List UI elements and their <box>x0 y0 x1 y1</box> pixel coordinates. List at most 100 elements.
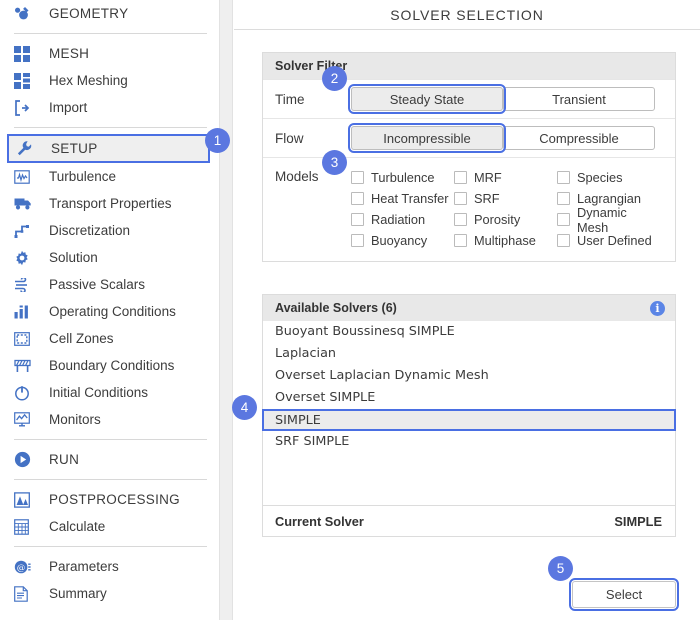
select-button[interactable]: Select <box>569 578 679 611</box>
sidebar-item-label: Monitors <box>49 411 101 427</box>
sidebar-item-operating-conditions[interactable]: Operating Conditions <box>0 298 219 325</box>
model-label: Multiphase <box>474 233 536 248</box>
sidebar-gutter <box>219 0 233 620</box>
boundary-conditions-icon <box>14 356 40 376</box>
cell-zones-icon <box>14 329 40 349</box>
sidebar-item-passive-scalars[interactable]: Passive Scalars <box>0 271 219 298</box>
import-icon <box>14 98 40 118</box>
model-checkbox-turbulence[interactable]: Turbulence <box>351 167 454 188</box>
time-option-steady-state[interactable]: Steady State <box>348 84 506 114</box>
sidebar-item-boundary-conditions[interactable]: Boundary Conditions <box>0 352 219 379</box>
flow-option-compressible[interactable]: Compressible <box>503 126 655 150</box>
checkbox-box[interactable] <box>454 213 467 226</box>
solver-list-item[interactable]: Buoyant Boussinesq SIMPLE <box>263 321 675 343</box>
available-solvers-title: Available Solvers (6) <box>275 301 397 315</box>
sidebar-item-label: RUN <box>49 451 80 467</box>
model-checkbox-radiation[interactable]: Radiation <box>351 209 454 230</box>
gear-icon <box>14 248 40 268</box>
sidebar-item-label: Operating Conditions <box>49 303 176 319</box>
info-icon[interactable]: i <box>650 300 665 316</box>
model-label: Turbulence <box>371 170 435 185</box>
sidebar-divider <box>14 439 207 440</box>
sidebar: GEOMETRY MESH Hex Meshing Import SETUP Turbul… <box>0 0 219 620</box>
sidebar-divider <box>14 33 207 34</box>
sidebar-item-run[interactable]: RUN <box>0 446 219 473</box>
flow-option-incompressible[interactable]: Incompressible <box>348 123 506 153</box>
time-label: Time <box>275 91 305 107</box>
solver-list-item[interactable]: SRF SIMPLE <box>263 431 675 453</box>
checkbox-box[interactable] <box>454 192 467 205</box>
flow-filter-row: Flow Incompressible Compressible <box>263 118 675 157</box>
sidebar-item-import[interactable]: Import <box>0 94 219 121</box>
sidebar-item-label: Parameters <box>49 558 119 574</box>
checkbox-box[interactable] <box>454 234 467 247</box>
time-option-transient[interactable]: Transient <box>503 87 655 111</box>
sidebar-item-summary[interactable]: Summary <box>0 580 219 607</box>
main-panel: SOLVER SELECTION Solver Filter Time Stea… <box>234 0 700 620</box>
solver-list-item[interactable]: Overset SIMPLE <box>263 387 675 409</box>
sidebar-item-solution[interactable]: Solution <box>0 244 219 271</box>
sidebar-item-initial-conditions[interactable]: Initial Conditions <box>0 379 219 406</box>
models-checkbox-grid: Turbulence Heat Transfer Radiation Buoyancy… <box>351 167 675 251</box>
model-checkbox-dynamic-mesh[interactable]: Dynamic Mesh <box>557 205 660 235</box>
checkbox-box[interactable] <box>557 171 570 184</box>
models-column: Turbulence Heat Transfer Radiation Buoyancy <box>351 167 454 251</box>
sidebar-item-geometry[interactable]: GEOMETRY <box>0 0 219 27</box>
checkbox-box[interactable] <box>351 213 364 226</box>
model-label: Radiation <box>371 212 426 227</box>
sidebar-item-mesh[interactable]: MESH <box>0 40 219 67</box>
model-checkbox-multiphase[interactable]: Multiphase <box>454 230 557 251</box>
sidebar-item-transport-properties[interactable]: Transport Properties <box>0 190 219 217</box>
checkbox-box[interactable] <box>454 171 467 184</box>
checkbox-box[interactable] <box>351 171 364 184</box>
flow-label: Flow <box>275 130 304 146</box>
hex-meshing-icon <box>14 71 40 91</box>
sidebar-item-calculate[interactable]: Calculate <box>0 513 219 540</box>
solver-list-item[interactable]: Overset Laplacian Dynamic Mesh <box>263 365 675 387</box>
model-label: User Defined <box>577 233 652 248</box>
solver-list[interactable]: Buoyant Boussinesq SIMPLE Laplacian Overse… <box>262 321 676 505</box>
model-checkbox-buoyancy[interactable]: Buoyancy <box>351 230 454 251</box>
sidebar-item-label: MESH <box>49 45 90 61</box>
sidebar-item-postprocessing[interactable]: POSTPROCESSING <box>0 486 219 513</box>
sidebar-item-monitors[interactable]: Monitors <box>0 406 219 433</box>
sidebar-item-label: Boundary Conditions <box>49 357 175 373</box>
initial-conditions-icon <box>14 383 40 403</box>
sidebar-item-label: Turbulence <box>49 168 117 184</box>
time-toggle-group: Steady State Transient <box>348 84 655 114</box>
sidebar-item-cell-zones[interactable]: Cell Zones <box>0 325 219 352</box>
calculate-icon <box>14 517 40 537</box>
model-checkbox-srf[interactable]: SRF <box>454 188 557 209</box>
model-checkbox-species[interactable]: Species <box>557 167 660 188</box>
model-checkbox-porosity[interactable]: Porosity <box>454 209 557 230</box>
sidebar-item-discretization[interactable]: Discretization <box>0 217 219 244</box>
solver-list-item[interactable]: Laplacian <box>263 343 675 365</box>
model-checkbox-user-defined[interactable]: User Defined <box>557 230 660 251</box>
model-checkbox-heat-transfer[interactable]: Heat Transfer <box>351 188 454 209</box>
sidebar-divider <box>14 479 207 480</box>
solver-list-item[interactable]: SIMPLE <box>262 409 676 431</box>
sidebar-item-label: Cell Zones <box>49 330 114 346</box>
model-label: Dynamic Mesh <box>577 204 627 235</box>
sidebar-item-turbulence[interactable]: Turbulence <box>0 163 219 190</box>
available-solvers-panel: Available Solvers (6) i Buoyant Boussine… <box>262 294 676 537</box>
sidebar-item-label: Hex Meshing <box>49 72 128 88</box>
models-filter-row: Models Turbulence Heat Transfer Radiation B… <box>263 157 675 261</box>
model-checkbox-mrf[interactable]: MRF <box>454 167 557 188</box>
checkbox-box[interactable] <box>557 234 570 247</box>
turbulence-icon <box>14 167 40 187</box>
play-icon <box>14 450 40 470</box>
checkbox-box[interactable] <box>557 192 570 205</box>
sidebar-item-label: Transport Properties <box>49 195 172 211</box>
checkbox-box[interactable] <box>351 234 364 247</box>
available-solvers-header: Available Solvers (6) i <box>263 295 675 321</box>
sidebar-divider <box>14 546 207 547</box>
sidebar-item-setup[interactable]: SETUP <box>7 134 210 163</box>
step-badge-2: 2 <box>322 66 347 91</box>
checkbox-box[interactable] <box>351 192 364 205</box>
sidebar-item-hex-meshing[interactable]: Hex Meshing <box>0 67 219 94</box>
checkbox-box[interactable] <box>557 213 570 226</box>
sidebar-item-parameters[interactable]: @ Parameters <box>0 553 219 580</box>
flow-toggle-group: Incompressible Compressible <box>348 123 655 153</box>
step-badge-5: 5 <box>548 556 573 581</box>
